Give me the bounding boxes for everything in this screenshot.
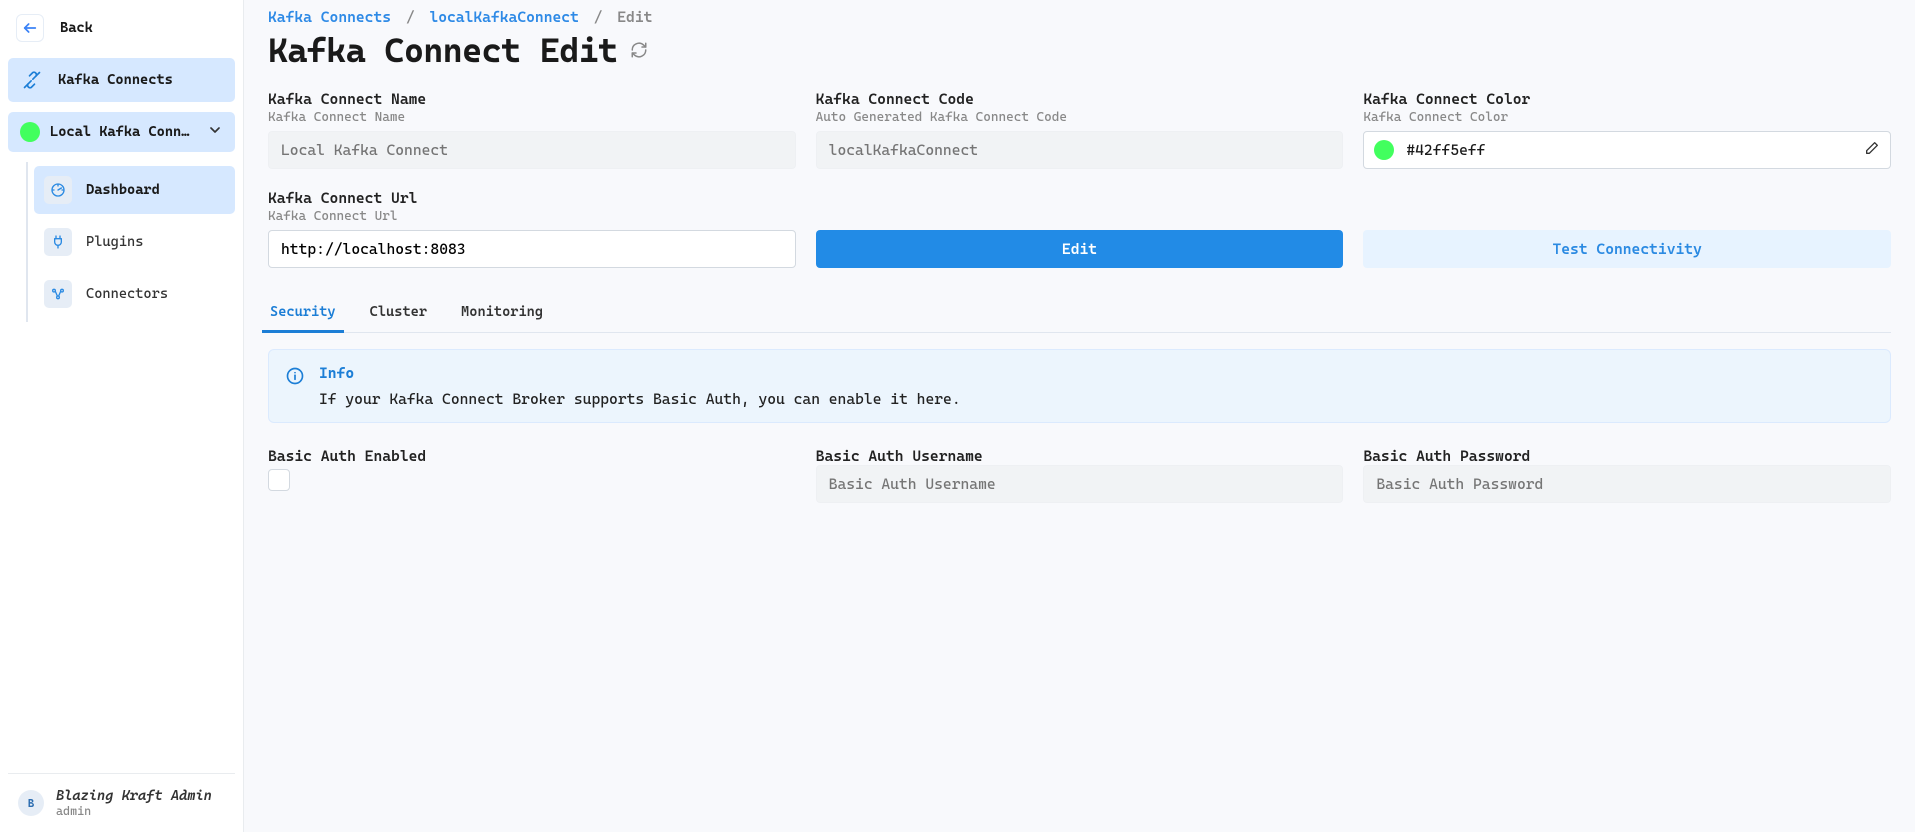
field-basic-auth-password: Basic Auth Password (1363, 447, 1891, 503)
back-arrow-icon (16, 14, 44, 42)
sidebar-footer: B Blazing Kraft Admin admin (8, 773, 235, 832)
sidebar-item-label: Dashboard (86, 182, 160, 198)
sidebar-item-label: Connectors (86, 286, 168, 302)
field-url: Kafka Connect Url Kafka Connect Url (268, 189, 796, 268)
back-button[interactable]: Back (8, 8, 235, 48)
color-input[interactable]: #42ff5eff (1363, 131, 1891, 169)
field-name: Kafka Connect Name Kafka Connect Name (268, 90, 796, 169)
breadcrumb-root[interactable]: Kafka Connects (268, 8, 391, 26)
tabs: Security Cluster Monitoring (268, 296, 1891, 333)
sidebar: Back Kafka Connects Local Kafka Conne… D… (0, 0, 244, 832)
color-swatch (1374, 140, 1394, 160)
code-input (816, 131, 1344, 169)
field-basic-auth-enabled: Basic Auth Enabled (268, 447, 796, 491)
sidebar-item-dashboard[interactable]: Dashboard (34, 166, 235, 214)
tab-cluster[interactable]: Cluster (368, 296, 429, 332)
page-title: Kafka Connect Edit (268, 30, 1891, 70)
info-box: Info If your Kafka Connect Broker suppor… (268, 349, 1891, 423)
tab-monitoring[interactable]: Monitoring (459, 296, 545, 332)
field-code: Kafka Connect Code Auto Generated Kafka … (816, 90, 1344, 169)
sidebar-item-connectors[interactable]: Connectors (34, 270, 235, 318)
field-color: Kafka Connect Color Kafka Connect Color … (1363, 90, 1891, 169)
plug-icon (44, 228, 72, 256)
info-icon (285, 366, 305, 386)
sidebar-kafka-connects-button[interactable]: Kafka Connects (8, 58, 235, 102)
breadcrumb: Kafka Connects / localKafkaConnect / Edi… (268, 8, 1891, 26)
kafka-connects-label: Kafka Connects (58, 72, 173, 88)
breadcrumb-current: Edit (617, 8, 652, 26)
cluster-status-dot (20, 122, 40, 142)
color-value: #42ff5eff (1406, 141, 1485, 159)
cluster-name: Local Kafka Conne… (50, 124, 193, 140)
name-input (268, 131, 796, 169)
footer-user-role: admin (56, 804, 212, 818)
refresh-icon[interactable] (630, 41, 648, 59)
basic-auth-password-input[interactable] (1363, 465, 1891, 503)
chevron-down-icon (207, 122, 223, 142)
back-label: Back (60, 20, 93, 36)
sidebar-cluster-selector[interactable]: Local Kafka Conne… (8, 112, 235, 152)
pencil-icon[interactable] (1864, 140, 1880, 160)
tab-security[interactable]: Security (268, 296, 338, 332)
test-connectivity-button[interactable]: Test Connectivity (1363, 230, 1891, 268)
basic-auth-username-input[interactable] (816, 465, 1344, 503)
breadcrumb-cluster[interactable]: localKafkaConnect (429, 8, 578, 26)
info-title: Info (319, 364, 961, 382)
plugin-icon (20, 68, 44, 92)
main-content: Kafka Connects / localKafkaConnect / Edi… (244, 0, 1915, 832)
basic-auth-enabled-checkbox[interactable] (268, 469, 290, 491)
dashboard-icon (44, 176, 72, 204)
url-input[interactable] (268, 230, 796, 268)
sidebar-item-plugins[interactable]: Plugins (34, 218, 235, 266)
edit-button[interactable]: Edit (816, 230, 1344, 268)
sidebar-item-label: Plugins (86, 234, 143, 250)
field-basic-auth-username: Basic Auth Username (816, 447, 1344, 503)
info-body: If your Kafka Connect Broker supports Ba… (319, 390, 961, 408)
sidebar-subnav: Dashboard Plugins Connectors (26, 162, 235, 322)
avatar[interactable]: B (18, 790, 44, 816)
connector-icon (44, 280, 72, 308)
footer-user-name: Blazing Kraft Admin (56, 788, 212, 804)
